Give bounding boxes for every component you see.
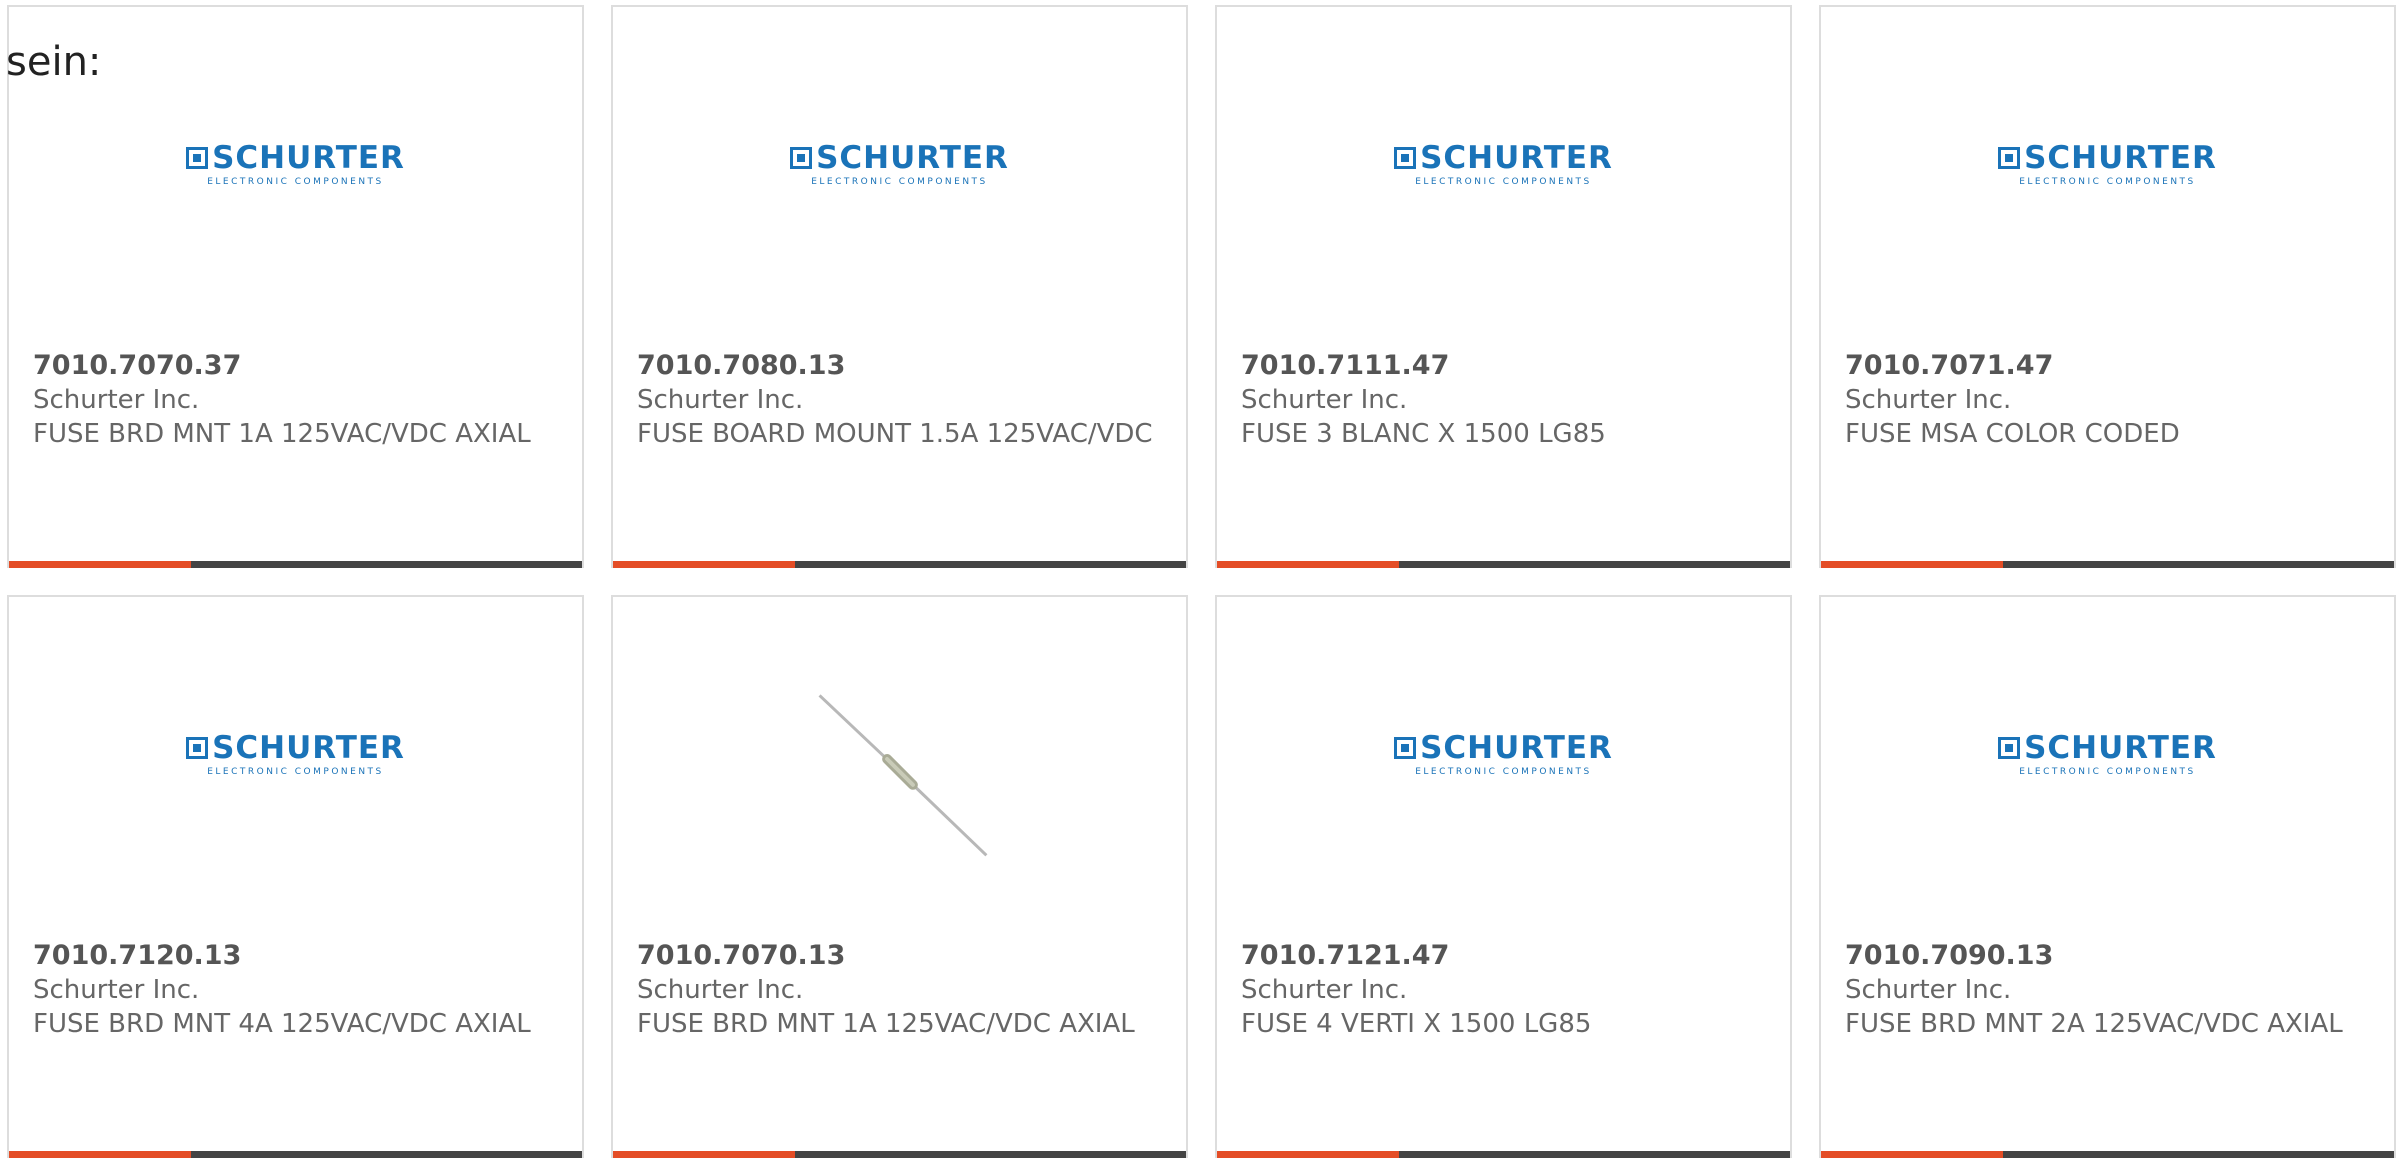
card-bottom-bar xyxy=(1821,561,2394,568)
product-image[interactable]: SCHURTER ELECTRONIC COMPONENTS xyxy=(1821,597,2394,927)
product-info: 7010.7120.13 Schurter Inc. FUSE BRD MNT … xyxy=(33,939,562,1041)
card-accent-bar xyxy=(613,561,795,568)
product-card[interactable]: SCHURTER ELECTRONIC COMPONENTS 7010.7071… xyxy=(1819,5,2396,568)
intro-text: sein: xyxy=(6,39,102,85)
product-info: 7010.7070.37 Schurter Inc. FUSE BRD MNT … xyxy=(33,349,562,451)
product-description: FUSE BOARD MOUNT 1.5A 125VAC/VDC xyxy=(637,419,1153,449)
card-bottom-bar xyxy=(1217,1151,1790,1158)
schurter-logo: SCHURTER ELECTRONIC COMPONENTS xyxy=(1998,732,2217,777)
product-description: FUSE BRD MNT 4A 125VAC/VDC AXIAL xyxy=(33,1009,531,1039)
card-accent-bar xyxy=(1217,1151,1399,1158)
axial-fuse-photo xyxy=(818,694,988,857)
part-number[interactable]: 7010.7071.47 xyxy=(1845,349,2374,383)
manufacturer: Schurter Inc. xyxy=(1845,385,2012,415)
schurter-logo: SCHURTER ELECTRONIC COMPONENTS xyxy=(1998,142,2217,187)
manufacturer: Schurter Inc. xyxy=(33,385,200,415)
page: sein: SCHURTER ELECTRONIC COMPONENTS 701… xyxy=(0,0,2400,1161)
product-description: FUSE 3 BLANC X 1500 LG85 xyxy=(1241,419,1606,449)
product-info: 7010.7111.47 Schurter Inc. FUSE 3 BLANC … xyxy=(1241,349,1770,451)
schurter-logo: SCHURTER ELECTRONIC COMPONENTS xyxy=(790,142,1009,187)
product-info: 7010.7121.47 Schurter Inc. FUSE 4 VERTI … xyxy=(1241,939,1770,1041)
product-description: FUSE 4 VERTI X 1500 LG85 xyxy=(1241,1009,1592,1039)
card-bottom-bar xyxy=(9,1151,582,1158)
product-card[interactable]: SCHURTER ELECTRONIC COMPONENTS 7010.7121… xyxy=(1215,595,1792,1158)
product-image[interactable]: SCHURTER ELECTRONIC COMPONENTS xyxy=(1217,597,1790,927)
product-image[interactable]: SCHURTER ELECTRONIC COMPONENTS xyxy=(1217,7,1790,337)
product-description: FUSE BRD MNT 1A 125VAC/VDC AXIAL xyxy=(637,1009,1135,1039)
schurter-logo-icon xyxy=(1394,736,1417,759)
card-bottom-bar xyxy=(1821,1151,2394,1158)
schurter-logo: SCHURTER ELECTRONIC COMPONENTS xyxy=(1394,732,1613,777)
schurter-logo-icon xyxy=(1394,146,1417,169)
part-number[interactable]: 7010.7090.13 xyxy=(1845,939,2374,973)
schurter-logo-icon xyxy=(186,736,209,759)
product-info: 7010.7090.13 Schurter Inc. FUSE BRD MNT … xyxy=(1845,939,2374,1041)
card-bottom-bar xyxy=(1217,561,1790,568)
card-accent-bar xyxy=(1217,561,1399,568)
product-image[interactable]: SCHURTER ELECTRONIC COMPONENTS xyxy=(9,597,582,927)
schurter-logo-icon xyxy=(1998,736,2021,759)
product-image[interactable] xyxy=(613,597,1186,927)
product-image[interactable]: SCHURTER ELECTRONIC COMPONENTS xyxy=(1821,7,2394,337)
card-bottom-bar xyxy=(613,561,1186,568)
product-info: 7010.7080.13 Schurter Inc. FUSE BOARD MO… xyxy=(637,349,1166,451)
card-bottom-bar xyxy=(613,1151,1186,1158)
part-number[interactable]: 7010.7080.13 xyxy=(637,349,1166,383)
product-card[interactable]: SCHURTER ELECTRONIC COMPONENTS 7010.7090… xyxy=(1819,595,2396,1158)
product-card[interactable]: SCHURTER ELECTRONIC COMPONENTS 7010.7111… xyxy=(1215,5,1792,568)
manufacturer: Schurter Inc. xyxy=(1241,975,1408,1005)
card-accent-bar xyxy=(9,561,191,568)
card-accent-bar xyxy=(9,1151,191,1158)
manufacturer: Schurter Inc. xyxy=(1845,975,2012,1005)
schurter-logo-icon xyxy=(790,146,813,169)
part-number[interactable]: 7010.7070.13 xyxy=(637,939,1166,973)
manufacturer: Schurter Inc. xyxy=(1241,385,1408,415)
schurter-logo-icon xyxy=(1998,146,2021,169)
part-number[interactable]: 7010.7120.13 xyxy=(33,939,562,973)
manufacturer: Schurter Inc. xyxy=(637,975,804,1005)
card-accent-bar xyxy=(1821,1151,2003,1158)
product-description: FUSE BRD MNT 2A 125VAC/VDC AXIAL xyxy=(1845,1009,2343,1039)
card-bottom-bar xyxy=(9,561,582,568)
manufacturer: Schurter Inc. xyxy=(33,975,200,1005)
product-image[interactable]: SCHURTER ELECTRONIC COMPONENTS xyxy=(613,7,1186,337)
card-accent-bar xyxy=(1821,561,2003,568)
schurter-logo: SCHURTER ELECTRONIC COMPONENTS xyxy=(186,732,405,777)
product-description: FUSE BRD MNT 1A 125VAC/VDC AXIAL xyxy=(33,419,531,449)
product-info: 7010.7071.47 Schurter Inc. FUSE MSA COLO… xyxy=(1845,349,2374,451)
part-number[interactable]: 7010.7121.47 xyxy=(1241,939,1770,973)
product-card[interactable]: SCHURTER ELECTRONIC COMPONENTS 7010.7120… xyxy=(7,595,584,1158)
card-accent-bar xyxy=(613,1151,795,1158)
part-number[interactable]: 7010.7070.37 xyxy=(33,349,562,383)
product-card[interactable]: SCHURTER ELECTRONIC COMPONENTS 7010.7080… xyxy=(611,5,1188,568)
schurter-logo: SCHURTER ELECTRONIC COMPONENTS xyxy=(1394,142,1613,187)
schurter-logo: SCHURTER ELECTRONIC COMPONENTS xyxy=(186,142,405,187)
product-description: FUSE MSA COLOR CODED xyxy=(1845,419,2180,449)
part-number[interactable]: 7010.7111.47 xyxy=(1241,349,1770,383)
manufacturer: Schurter Inc. xyxy=(637,385,804,415)
product-card[interactable]: 7010.7070.13 Schurter Inc. FUSE BRD MNT … xyxy=(611,595,1188,1158)
schurter-logo-icon xyxy=(186,146,209,169)
product-info: 7010.7070.13 Schurter Inc. FUSE BRD MNT … xyxy=(637,939,1166,1041)
